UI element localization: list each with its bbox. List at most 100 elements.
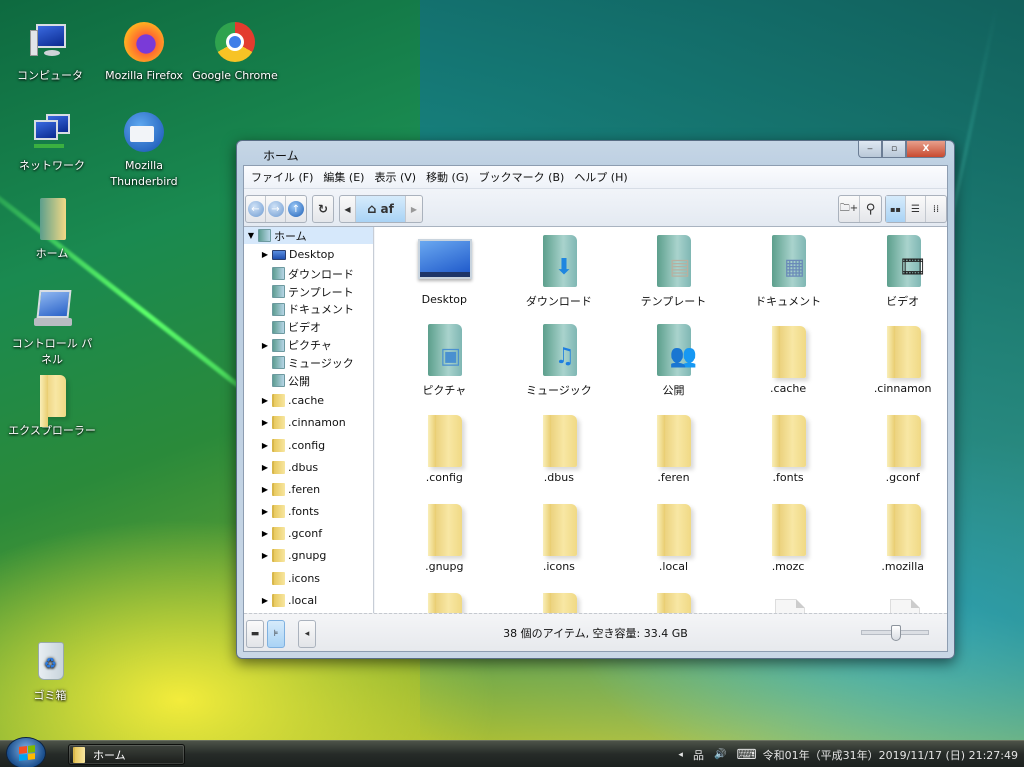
new-folder-icon: 🗀+ (839, 202, 859, 214)
file-item[interactable] (616, 589, 731, 613)
desktop-icon-control-panel[interactable]: コントロール パネル (7, 288, 97, 368)
desktop-icon-thunderbird[interactable]: Mozilla Thunderbird (99, 110, 189, 190)
desktop-icon-trash[interactable]: ♻ ゴミ箱 (5, 640, 95, 704)
tree-item-label: ビデオ (288, 321, 321, 335)
tree-item[interactable]: ミュージック (244, 354, 373, 372)
tree-item[interactable]: ▶ .fonts (244, 501, 373, 523)
expander-open-icon[interactable]: ▼ (244, 231, 258, 240)
desktop-icon-network[interactable]: ネットワーク (7, 110, 97, 174)
keyboard-icon[interactable]: ⌨ (736, 747, 756, 763)
file-item[interactable] (845, 589, 947, 613)
clock[interactable]: 令和01年（平成31年）2019/11/17 (日) 21:27:49 (763, 747, 1018, 763)
file-item[interactable]: .config (387, 411, 502, 500)
expander-closed-icon[interactable]: ▶ (258, 441, 272, 450)
network-icon[interactable]: 品 (693, 747, 704, 763)
expander-closed-icon[interactable]: ▶ (258, 396, 272, 405)
file-item[interactable] (387, 589, 502, 613)
maximize-button[interactable]: ▫ (882, 141, 906, 158)
tree-item[interactable]: ▶ .gnupg (244, 545, 373, 567)
expander-closed-icon[interactable]: ▶ (258, 250, 272, 259)
tree-item[interactable]: ダウンロード (244, 265, 373, 283)
file-name: .gnupg (425, 560, 464, 573)
file-item[interactable]: ▦ ドキュメント (731, 233, 846, 322)
tree-item-home[interactable]: ▼ ホーム (244, 227, 373, 244)
close-button[interactable]: X (906, 141, 946, 158)
minimize-button[interactable]: ‒ (858, 141, 882, 158)
tree-item[interactable]: ドキュメント (244, 301, 373, 319)
file-item[interactable]: 🎞 ビデオ (845, 233, 947, 322)
tree-item[interactable]: テンプレート (244, 283, 373, 301)
expander-closed-icon[interactable]: ▶ (258, 463, 272, 472)
zoom-slider-handle[interactable] (891, 625, 901, 641)
menu-bookmarks[interactable]: ブックマーク (B) (474, 169, 570, 185)
file-item[interactable]: ▣ ピクチャ (387, 322, 502, 411)
menu-go[interactable]: 移動 (G) (421, 169, 474, 185)
tree-item[interactable]: 公開 (244, 372, 373, 390)
title-bar[interactable]: ホーム ‒ ▫ X (237, 141, 954, 167)
tree-item[interactable]: ▶ ピクチャ (244, 336, 373, 354)
file-item[interactable]: .local (616, 500, 731, 589)
tree-item[interactable]: ▶ Desktop (244, 244, 373, 265)
tree-item[interactable]: ビデオ (244, 318, 373, 336)
file-item[interactable]: ⬇ ダウンロード (502, 233, 617, 322)
file-item[interactable]: ▤ テンプレート (616, 233, 731, 322)
file-item[interactable]: Desktop (387, 233, 502, 322)
expander-closed-icon[interactable]: ▶ (258, 596, 272, 605)
icon-view-button[interactable]: ▪▪ (886, 196, 906, 222)
expander-closed-icon[interactable]: ▶ (258, 418, 272, 427)
menu-edit[interactable]: 編集 (E) (318, 169, 369, 185)
expander-closed-icon[interactable]: ▶ (258, 529, 272, 538)
tree-item[interactable]: ▶ .feren (244, 478, 373, 500)
file-item[interactable]: .cache (731, 322, 846, 411)
desktop-icon-label: コントロール パネル (11, 337, 93, 366)
file-item[interactable]: 👥 公開 (616, 322, 731, 411)
file-item[interactable] (731, 589, 846, 613)
file-item[interactable] (502, 589, 617, 613)
back-button[interactable]: ← (246, 196, 266, 222)
desktop-icon-explorer[interactable]: エクスプローラー (7, 375, 97, 439)
taskbar-task-home[interactable]: ホーム (68, 744, 185, 765)
file-item[interactable]: .feren (616, 411, 731, 500)
start-button[interactable] (6, 737, 46, 767)
menu-help[interactable]: ヘルプ (H) (569, 169, 632, 185)
expander-closed-icon[interactable]: ▶ (258, 485, 272, 494)
tree-item[interactable]: ▶ .local (244, 589, 373, 611)
desktop-icon-firefox[interactable]: Mozilla Firefox (99, 20, 189, 84)
tree-item[interactable]: ▶ .cinnamon (244, 412, 373, 434)
file-item[interactable]: .mozilla (845, 500, 947, 589)
file-item[interactable]: .mozc (731, 500, 846, 589)
desktop-icon-home[interactable]: ホーム (7, 198, 97, 262)
expander-closed-icon[interactable]: ▶ (258, 507, 272, 516)
up-button[interactable]: ↑ (286, 196, 306, 222)
file-item[interactable]: ♫ ミュージック (502, 322, 617, 411)
file-item[interactable]: .fonts (731, 411, 846, 500)
tree-item[interactable]: ▶ .dbus (244, 456, 373, 478)
search-button[interactable]: ⚲ (860, 196, 881, 222)
desktop-icon-chrome[interactable]: Google Chrome (190, 20, 280, 84)
path-scroll-left[interactable]: ◀ (340, 196, 356, 222)
new-folder-button[interactable]: 🗀+ (839, 196, 860, 222)
file-item[interactable]: .icons (502, 500, 617, 589)
list-view-button[interactable]: ☰ (906, 196, 926, 222)
path-scroll-right[interactable]: ▶ (406, 196, 422, 222)
tree-item[interactable]: ▶ .cache (244, 390, 373, 412)
expander-closed-icon[interactable]: ▶ (258, 551, 272, 560)
menu-file[interactable]: ファイル (F) (246, 169, 318, 185)
forward-button[interactable]: → (266, 196, 286, 222)
desktop-icon-computer[interactable]: コンピュータ (5, 20, 95, 84)
file-item[interactable]: .dbus (502, 411, 617, 500)
zoom-slider[interactable] (861, 625, 929, 641)
tree-item[interactable]: .icons (244, 567, 373, 589)
file-item[interactable]: .gconf (845, 411, 947, 500)
volume-icon[interactable]: 🔊 (714, 749, 726, 760)
menu-view[interactable]: 表示 (V) (369, 169, 421, 185)
expander-closed-icon[interactable]: ▶ (258, 341, 272, 350)
compact-view-button[interactable]: ⁞⁞ (926, 196, 946, 222)
tree-item[interactable]: ▶ .gconf (244, 523, 373, 545)
tray-expand-arrow-icon[interactable]: ◂ (678, 750, 683, 760)
file-item[interactable]: .cinnamon (845, 322, 947, 411)
file-item[interactable]: .gnupg (387, 500, 502, 589)
path-crumb-home[interactable]: ⌂ af (356, 196, 406, 222)
tree-item[interactable]: ▶ .config (244, 434, 373, 456)
reload-button[interactable]: ↻ (312, 195, 334, 223)
